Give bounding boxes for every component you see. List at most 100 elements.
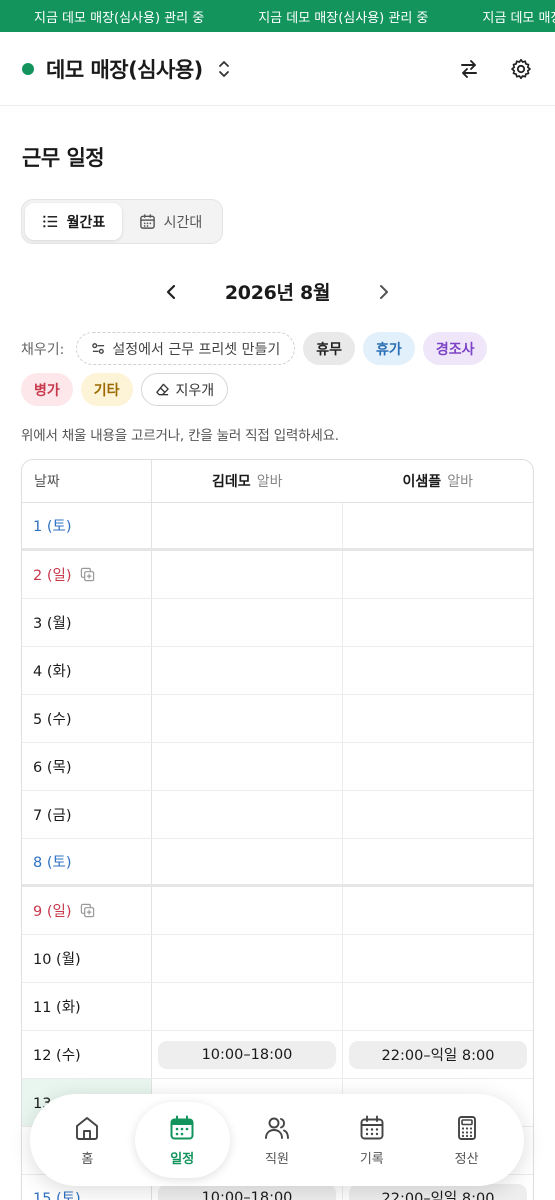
- nav-staff-label: 직원: [265, 1151, 289, 1167]
- schedule-table: 날짜 김데모 알바 이샘플 알바 1 (토) 2 (일) 3 (월) 4 (화) 5 (…: [21, 459, 534, 1200]
- nav-staff[interactable]: 직원: [230, 1102, 325, 1178]
- shift-cell[interactable]: [343, 743, 533, 790]
- nav-schedule-label: 일정: [170, 1151, 195, 1167]
- table-header: 날짜 김데모 알바 이샘플 알바: [22, 460, 533, 503]
- shift-cell[interactable]: [343, 839, 533, 884]
- shift-pill[interactable]: 22:00–익일 8:00: [349, 1040, 527, 1069]
- table-row: 5 (수): [22, 695, 533, 743]
- shift-cell[interactable]: [152, 695, 343, 742]
- shift-cell[interactable]: [152, 503, 343, 548]
- shift-cell[interactable]: [343, 503, 533, 548]
- table-row: 9 (일): [22, 887, 533, 935]
- chevron-left-icon[interactable]: [161, 282, 181, 302]
- shift-cell[interactable]: [152, 887, 343, 934]
- banner-text: 지금 데모 매장(심사용) 관리 중: [34, 10, 205, 26]
- date-cell: 2 (일): [22, 551, 152, 598]
- chevron-up-down-icon[interactable]: [217, 59, 231, 79]
- shift-cell[interactable]: [343, 647, 533, 694]
- shift-cell[interactable]: [343, 887, 533, 934]
- shift-cell[interactable]: [152, 791, 343, 838]
- copy-week-icon[interactable]: [80, 903, 95, 918]
- nav-settlement-label: 정산: [454, 1151, 479, 1167]
- chip-day-off[interactable]: 휴무: [303, 332, 356, 365]
- managing-banner: 지금 데모 매장(심사용) 관리 중 지금 데모 매장(심사용) 관리 중 지금…: [0, 0, 555, 32]
- nav-home-label: 홈: [81, 1151, 94, 1167]
- view-timeline-button[interactable]: 시간대: [122, 203, 219, 240]
- shift-cell[interactable]: [152, 599, 343, 646]
- shift-cell[interactable]: 10:00–18:00: [152, 1031, 343, 1078]
- month-label: 2026년 8월: [224, 282, 331, 304]
- date-label: 1 (토): [33, 519, 72, 535]
- date-cell: 7 (금): [22, 791, 152, 838]
- calculator-icon: [457, 1115, 476, 1140]
- shift-cell[interactable]: [152, 647, 343, 694]
- shift-cell[interactable]: [343, 791, 533, 838]
- shift-cell[interactable]: [152, 935, 343, 982]
- date-cell: 8 (토): [22, 839, 152, 884]
- date-column-header: 날짜: [22, 460, 152, 502]
- employee-name: 이샘플: [402, 474, 442, 490]
- date-cell: 6 (목): [22, 743, 152, 790]
- shift-cell[interactable]: [152, 743, 343, 790]
- chip-sick-leave[interactable]: 병가: [21, 373, 73, 406]
- date-label: 7 (금): [33, 808, 72, 824]
- employee-header: 이샘플 알바: [343, 460, 534, 502]
- eraser-icon: [155, 383, 169, 396]
- chip-vacation[interactable]: 휴가: [363, 332, 415, 365]
- nav-settlement[interactable]: 정산: [419, 1102, 514, 1178]
- view-toggle: 월간표 시간대: [21, 199, 223, 244]
- nav-home[interactable]: 홈: [40, 1102, 135, 1178]
- create-preset-link[interactable]: 설정에서 근무 프리셋 만들기: [76, 332, 296, 365]
- shift-cell[interactable]: 22:00–익일 8:00: [343, 1031, 533, 1078]
- copy-week-icon[interactable]: [80, 567, 95, 582]
- date-label: 15 (토): [33, 1191, 81, 1200]
- chip-other[interactable]: 기타: [80, 373, 133, 406]
- fill-toolbar: 채우기: 설정에서 근무 프리셋 만들기 휴무 휴가 경조사 병가 기타 지우개: [21, 332, 541, 406]
- chevron-right-icon[interactable]: [374, 282, 394, 302]
- date-label: 4 (화): [33, 664, 72, 680]
- banner-text: 지금 데모 매장(심사용) 관리 중: [482, 10, 555, 26]
- employee-name: 김데모: [212, 474, 251, 490]
- date-cell: 3 (월): [22, 599, 152, 646]
- gear-icon[interactable]: [509, 57, 533, 81]
- table-row: 7 (금): [22, 791, 533, 839]
- employee-role: 알바: [256, 474, 283, 490]
- eraser-button[interactable]: 지우개: [140, 373, 229, 406]
- shift-cell[interactable]: [343, 695, 533, 742]
- fill-label: 채우기:: [21, 341, 65, 358]
- shift-cell[interactable]: [343, 935, 533, 982]
- date-cell: 5 (수): [22, 695, 152, 742]
- date-label: 5 (수): [33, 712, 72, 728]
- shift-cell[interactable]: [343, 983, 533, 1030]
- table-row: 8 (토): [22, 839, 533, 887]
- page-title: 근무 일정: [22, 146, 105, 170]
- shift-pill[interactable]: 10:00–18:00: [158, 1040, 336, 1069]
- table-row: 12 (수) 10:00–18:00 22:00–익일 8:00: [22, 1031, 533, 1079]
- nav-records[interactable]: 기록: [324, 1102, 419, 1178]
- hint-text: 위에서 채울 내용을 고르거나, 칸을 눌러 직접 입력하세요.: [21, 428, 339, 444]
- table-row: 4 (화): [22, 647, 533, 695]
- switch-arrows-icon[interactable]: [457, 57, 481, 81]
- employee-header: 김데모 알바: [152, 460, 343, 502]
- view-monthly-button[interactable]: 월간표: [25, 203, 122, 240]
- table-row: 6 (목): [22, 743, 533, 791]
- shift-cell[interactable]: [343, 551, 533, 598]
- bottom-navigation: 홈 일정 직원 기록 정산: [30, 1094, 524, 1186]
- nav-records-label: 기록: [359, 1151, 384, 1167]
- date-label: 12 (수): [33, 1048, 81, 1064]
- shift-cell[interactable]: [343, 599, 533, 646]
- nav-schedule[interactable]: 일정: [134, 1102, 230, 1178]
- create-preset-label: 설정에서 근무 프리셋 만들기: [112, 341, 281, 358]
- shift-cell[interactable]: [152, 839, 343, 884]
- store-status-dot: [22, 62, 34, 75]
- people-icon: [265, 1117, 289, 1139]
- employee-role: 알바: [447, 474, 473, 490]
- date-cell: 1 (토): [22, 503, 152, 548]
- shift-cell[interactable]: [152, 983, 343, 1030]
- shift-cell[interactable]: [152, 551, 343, 598]
- date-label: 6 (목): [33, 760, 72, 776]
- view-timeline-label: 시간대: [163, 214, 203, 231]
- store-name[interactable]: 데모 매장(심사용): [46, 54, 203, 84]
- date-cell: 9 (일): [22, 887, 152, 934]
- chip-family-event[interactable]: 경조사: [422, 332, 488, 365]
